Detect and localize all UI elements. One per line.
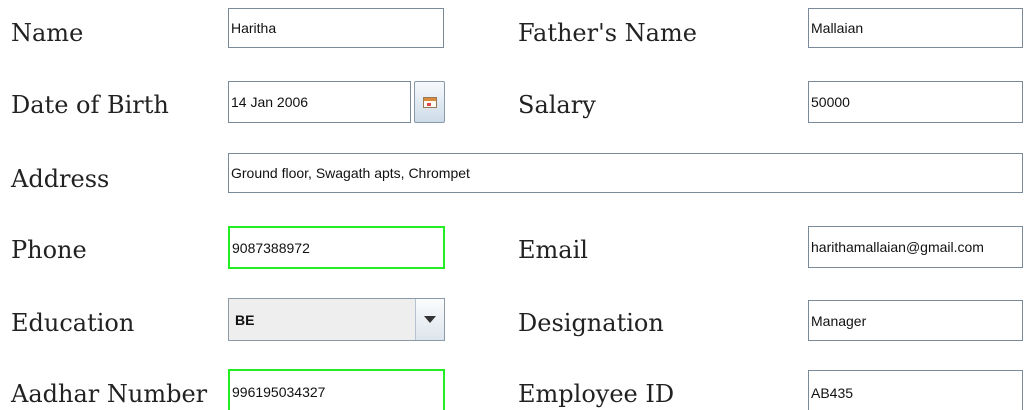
salary-label: Salary <box>518 91 596 119</box>
fathers-name-label: Father's Name <box>518 19 697 47</box>
phone-field[interactable]: 9087388972 <box>228 226 445 269</box>
email-field[interactable]: harithamallaian@gmail.com <box>808 226 1023 268</box>
name-label: Name <box>11 19 84 47</box>
education-selected-value: BE <box>235 311 255 328</box>
education-dropdown-arrow[interactable] <box>415 299 444 340</box>
chevron-down-icon <box>424 316 436 323</box>
aadhar-number-label: Aadhar Number <box>11 380 208 408</box>
designation-field[interactable]: Manager <box>808 300 1023 341</box>
date-picker-button[interactable] <box>414 81 445 123</box>
fathers-name-field[interactable]: Mallaian <box>808 8 1023 48</box>
address-label: Address <box>11 165 110 193</box>
date-of-birth-label: Date of Birth <box>11 91 169 119</box>
employee-id-field[interactable]: AB435 <box>808 370 1023 410</box>
email-label: Email <box>518 236 588 264</box>
name-field[interactable]: Haritha <box>228 8 444 48</box>
employee-form: Name Haritha Father's Name Mallaian Date… <box>0 0 1025 410</box>
phone-label: Phone <box>11 236 87 264</box>
salary-field[interactable]: 50000 <box>808 81 1023 123</box>
education-dropdown[interactable]: BE <box>228 298 445 341</box>
date-of-birth-field[interactable]: 14 Jan 2006 <box>228 81 411 123</box>
aadhar-number-field[interactable]: 996195034327 <box>228 369 445 410</box>
education-label: Education <box>11 309 135 337</box>
designation-label: Designation <box>518 309 664 337</box>
address-field[interactable]: Ground floor, Swagath apts, Chrompet <box>228 153 1023 193</box>
employee-id-label: Employee ID <box>518 380 675 408</box>
calendar-icon <box>422 96 437 108</box>
